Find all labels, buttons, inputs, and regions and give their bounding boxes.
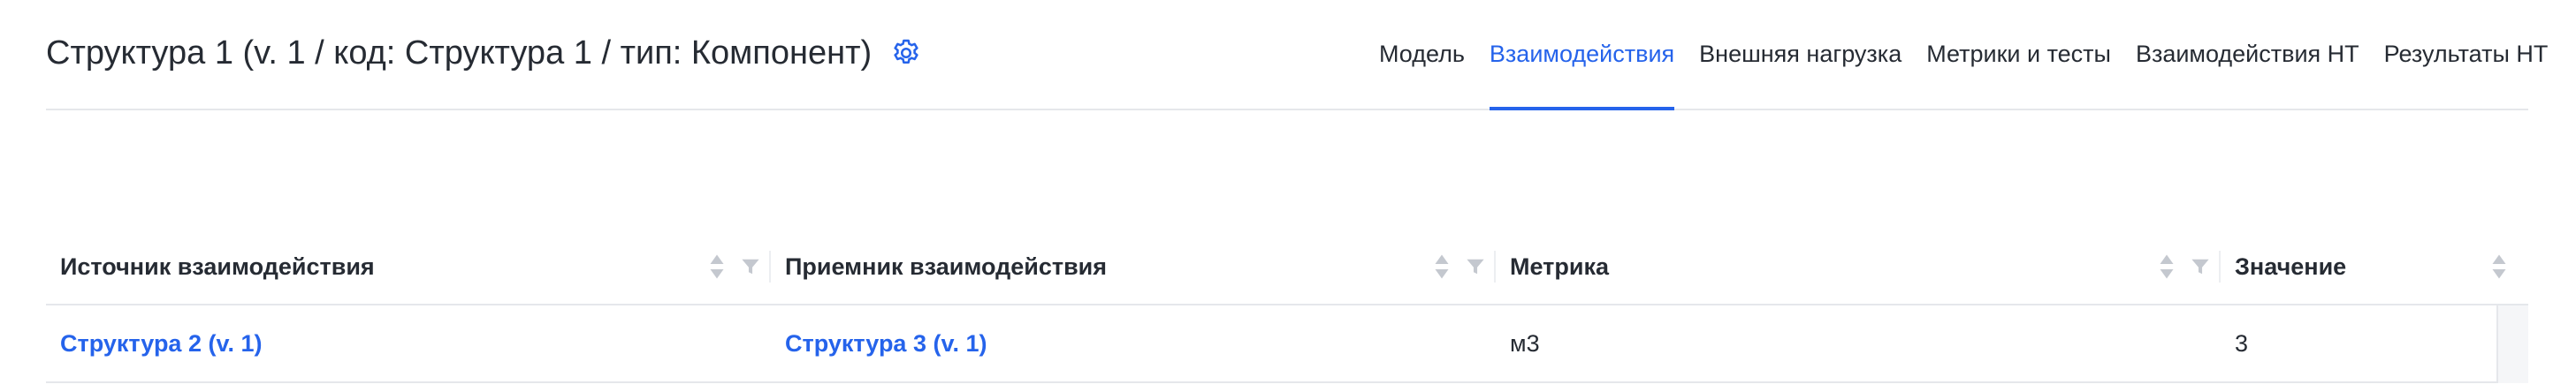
column-tools: [2491, 230, 2507, 304]
gear-icon: [894, 39, 918, 64]
tab-label: Метрики и тесты: [1926, 41, 2111, 67]
filter-icon[interactable]: [1466, 257, 1485, 276]
sort-arrows-icon: [2160, 254, 2174, 279]
table-row: Структура 2 (v. 1) Структура 3 (v. 1) м3…: [46, 305, 2528, 383]
table-body: Структура 2 (v. 1) Структура 3 (v. 1) м3…: [46, 305, 2528, 383]
sort-icon[interactable]: [709, 253, 725, 280]
tab-metrics-tests[interactable]: Метрики и тесты: [1914, 0, 2123, 109]
filter-icon[interactable]: [741, 257, 760, 276]
metric-value: м3: [1510, 329, 1540, 357]
sort-arrows-icon: [2492, 254, 2506, 279]
tab-label: Результаты НТ: [2383, 41, 2549, 67]
cell-source: Структура 2 (v. 1): [46, 305, 771, 381]
source-link[interactable]: Структура 2 (v. 1): [60, 330, 263, 358]
target-link[interactable]: Структура 3 (v. 1): [785, 330, 987, 358]
sort-arrows-icon: [1435, 254, 1449, 279]
page-header: Структура 1 (v. 1 / код: Структура 1 / т…: [46, 0, 2548, 110]
column-tools: [1434, 230, 1485, 304]
interactions-table: Источник взаимодействия Приемник взаимод…: [46, 230, 2528, 383]
tab-interactions[interactable]: Взаимодействия: [1477, 0, 1687, 110]
funnel-icon: [742, 259, 759, 275]
column-header-label: Значение: [2235, 253, 2347, 280]
column-header-label: Источник взаимодействия: [60, 253, 375, 280]
tab-bar: Модель Взаимодействия Внешняя нагрузка М…: [1379, 0, 2561, 110]
settings-button[interactable]: [889, 36, 923, 70]
sort-arrows-icon: [710, 254, 724, 279]
cell-metric: м3: [1496, 305, 2221, 381]
column-header-label: Приемник взаимодействия: [785, 253, 1108, 280]
column-header-label: Метрика: [1510, 253, 1609, 280]
funnel-icon: [2191, 259, 2209, 275]
sort-icon[interactable]: [1434, 253, 1450, 280]
tab-label: Взаимодействия: [1489, 41, 1675, 67]
table-header: Источник взаимодействия Приемник взаимод…: [46, 230, 2528, 305]
title-wrap: Структура 1 (v. 1 / код: Структура 1 / т…: [46, 30, 923, 76]
filter-icon[interactable]: [2191, 257, 2210, 276]
column-header-value: Значение: [2221, 230, 2528, 304]
column-header-source: Источник взаимодействия: [46, 230, 771, 304]
table-scroll-gutter[interactable]: [2496, 305, 2528, 383]
tab-label: Взаимодействия НТ: [2135, 41, 2359, 67]
cell-value: 3: [2221, 305, 2528, 381]
column-tools: [2159, 230, 2210, 304]
tab-results-nt[interactable]: Результаты НТ: [2372, 0, 2561, 109]
column-header-metric: Метрика: [1496, 230, 2221, 304]
sort-icon[interactable]: [2159, 253, 2175, 280]
column-header-target: Приемник взаимодействия: [771, 230, 1496, 304]
interaction-value: 3: [2235, 329, 2249, 357]
page-title: Структура 1 (v. 1 / код: Структура 1 / т…: [46, 34, 873, 72]
tab-label: Модель: [1379, 41, 1465, 67]
tab-label: Внешняя нагрузка: [1699, 41, 1902, 67]
tab-interactions-nt[interactable]: Взаимодействия НТ: [2123, 0, 2372, 109]
tab-external-load[interactable]: Внешняя нагрузка: [1687, 0, 1914, 109]
funnel-icon: [1467, 259, 1484, 275]
sort-icon[interactable]: [2491, 253, 2507, 280]
column-tools: [709, 230, 760, 304]
tab-model[interactable]: Модель: [1379, 0, 1477, 109]
cell-target: Структура 3 (v. 1): [771, 305, 1496, 381]
